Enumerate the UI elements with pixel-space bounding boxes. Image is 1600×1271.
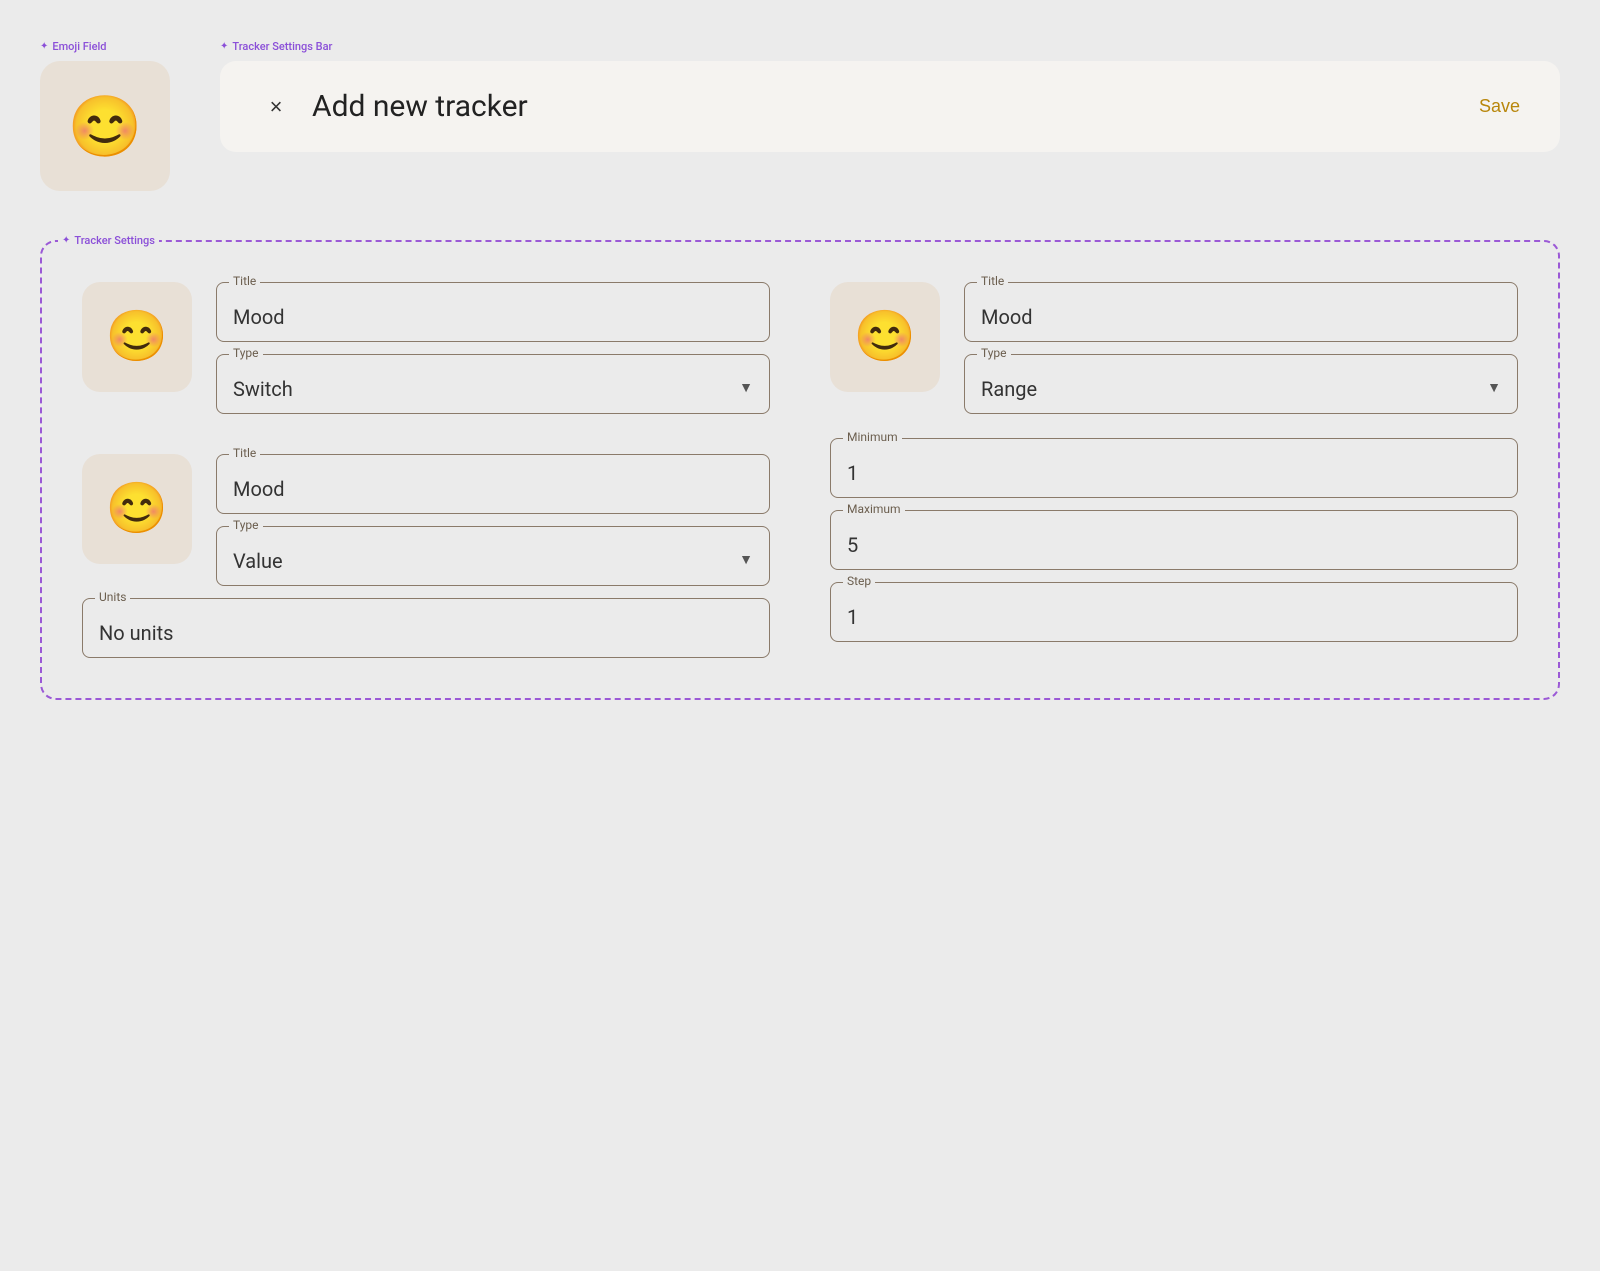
emoji-field-card[interactable]: 😊 <box>40 61 170 191</box>
tracker-item-1-row: 😊 Title Mood Type Switch ▼ <box>82 282 770 414</box>
settings-bar: × Add new tracker Save <box>220 61 1560 152</box>
title-field-2[interactable]: Title Mood <box>216 454 770 514</box>
tracker-grid: 😊 Title Mood Type Switch ▼ <box>82 282 1518 658</box>
type-label-1: Type <box>229 346 263 360</box>
tracker-settings-box: Tracker Settings 😊 Title Mood <box>40 240 1560 700</box>
type-value-3: Range <box>981 373 1037 401</box>
tracker-settings-bar-label: Tracker Settings Bar <box>220 40 1560 53</box>
title-label-2: Title <box>229 446 260 460</box>
step-value: 1 <box>847 601 1501 629</box>
type-value-2: Value <box>233 545 283 573</box>
right-fields-3: Title Mood Type Range ▼ <box>964 282 1518 414</box>
emoji-field-label: Emoji Field <box>40 40 170 53</box>
tracker-settings-label: Tracker Settings <box>58 234 159 247</box>
page-title: Add new tracker <box>312 89 1459 124</box>
tracker-settings-section: Tracker Settings 😊 Title Mood <box>40 240 1560 700</box>
emoji-field-emoji: 😊 <box>68 91 143 162</box>
tracker-item-1: 😊 Title Mood Type Switch ▼ <box>82 282 770 414</box>
maximum-field[interactable]: Maximum 5 <box>830 510 1518 570</box>
step-field[interactable]: Step 1 <box>830 582 1518 642</box>
minimum-field[interactable]: Minimum 1 <box>830 438 1518 498</box>
dropdown-arrow-3: ▼ <box>1487 379 1501 396</box>
title-value-3: Mood <box>981 301 1501 329</box>
units-field[interactable]: Units No units <box>82 598 770 658</box>
units-value: No units <box>99 617 753 645</box>
field-group-1: Title Mood Type Switch ▼ <box>216 282 770 414</box>
title-field-1[interactable]: Title Mood <box>216 282 770 342</box>
type-label-2: Type <box>229 518 263 532</box>
close-icon: × <box>270 94 283 120</box>
left-column: 😊 Title Mood Type Switch ▼ <box>82 282 770 658</box>
maximum-label: Maximum <box>843 502 905 516</box>
type-value-1: Switch <box>233 373 293 401</box>
tracker-item-3: 😊 Title Mood Type Range ▼ <box>830 282 1518 414</box>
type-field-2[interactable]: Type Value ▼ <box>216 526 770 586</box>
type-label-3: Type <box>977 346 1011 360</box>
field-group-2: Title Mood Type Value ▼ <box>216 454 770 586</box>
emoji-field-section: Emoji Field 😊 <box>40 40 170 191</box>
title-value-1: Mood <box>233 301 753 329</box>
minimum-value: 1 <box>847 457 1501 485</box>
tracker-emoji-card-2[interactable]: 😊 <box>82 454 192 564</box>
tracker-emoji-card-1[interactable]: 😊 <box>82 282 192 392</box>
units-section: Units No units <box>82 598 770 658</box>
title-field-3[interactable]: Title Mood <box>964 282 1518 342</box>
save-button[interactable]: Save <box>1479 96 1520 117</box>
dropdown-arrow-1: ▼ <box>739 379 753 396</box>
right-column: 😊 Title Mood Type Range ▼ <box>830 282 1518 658</box>
extra-fields: Minimum 1 Maximum 5 Step 1 <box>830 438 1518 642</box>
tracker-settings-bar-section: Tracker Settings Bar × Add new tracker S… <box>220 40 1560 152</box>
type-field-3[interactable]: Type Range ▼ <box>964 354 1518 414</box>
tracker-emoji-card-3[interactable]: 😊 <box>830 282 940 392</box>
maximum-value: 5 <box>847 529 1501 557</box>
tracker-emoji-3: 😊 <box>854 308 916 366</box>
tracker-emoji-1: 😊 <box>106 308 168 366</box>
title-label-3: Title <box>977 274 1008 288</box>
title-label-1: Title <box>229 274 260 288</box>
dropdown-arrow-2: ▼ <box>739 551 753 568</box>
title-value-2: Mood <box>233 473 753 501</box>
minimum-label: Minimum <box>843 430 902 444</box>
tracker-emoji-2: 😊 <box>106 480 168 538</box>
step-label: Step <box>843 574 875 588</box>
tracker-item-2-row: 😊 Title Mood Type Value ▼ <box>82 454 770 586</box>
close-button[interactable]: × <box>260 91 292 123</box>
units-label: Units <box>95 590 130 604</box>
tracker-item-2: 😊 Title Mood Type Value ▼ <box>82 454 770 658</box>
type-field-1[interactable]: Type Switch ▼ <box>216 354 770 414</box>
